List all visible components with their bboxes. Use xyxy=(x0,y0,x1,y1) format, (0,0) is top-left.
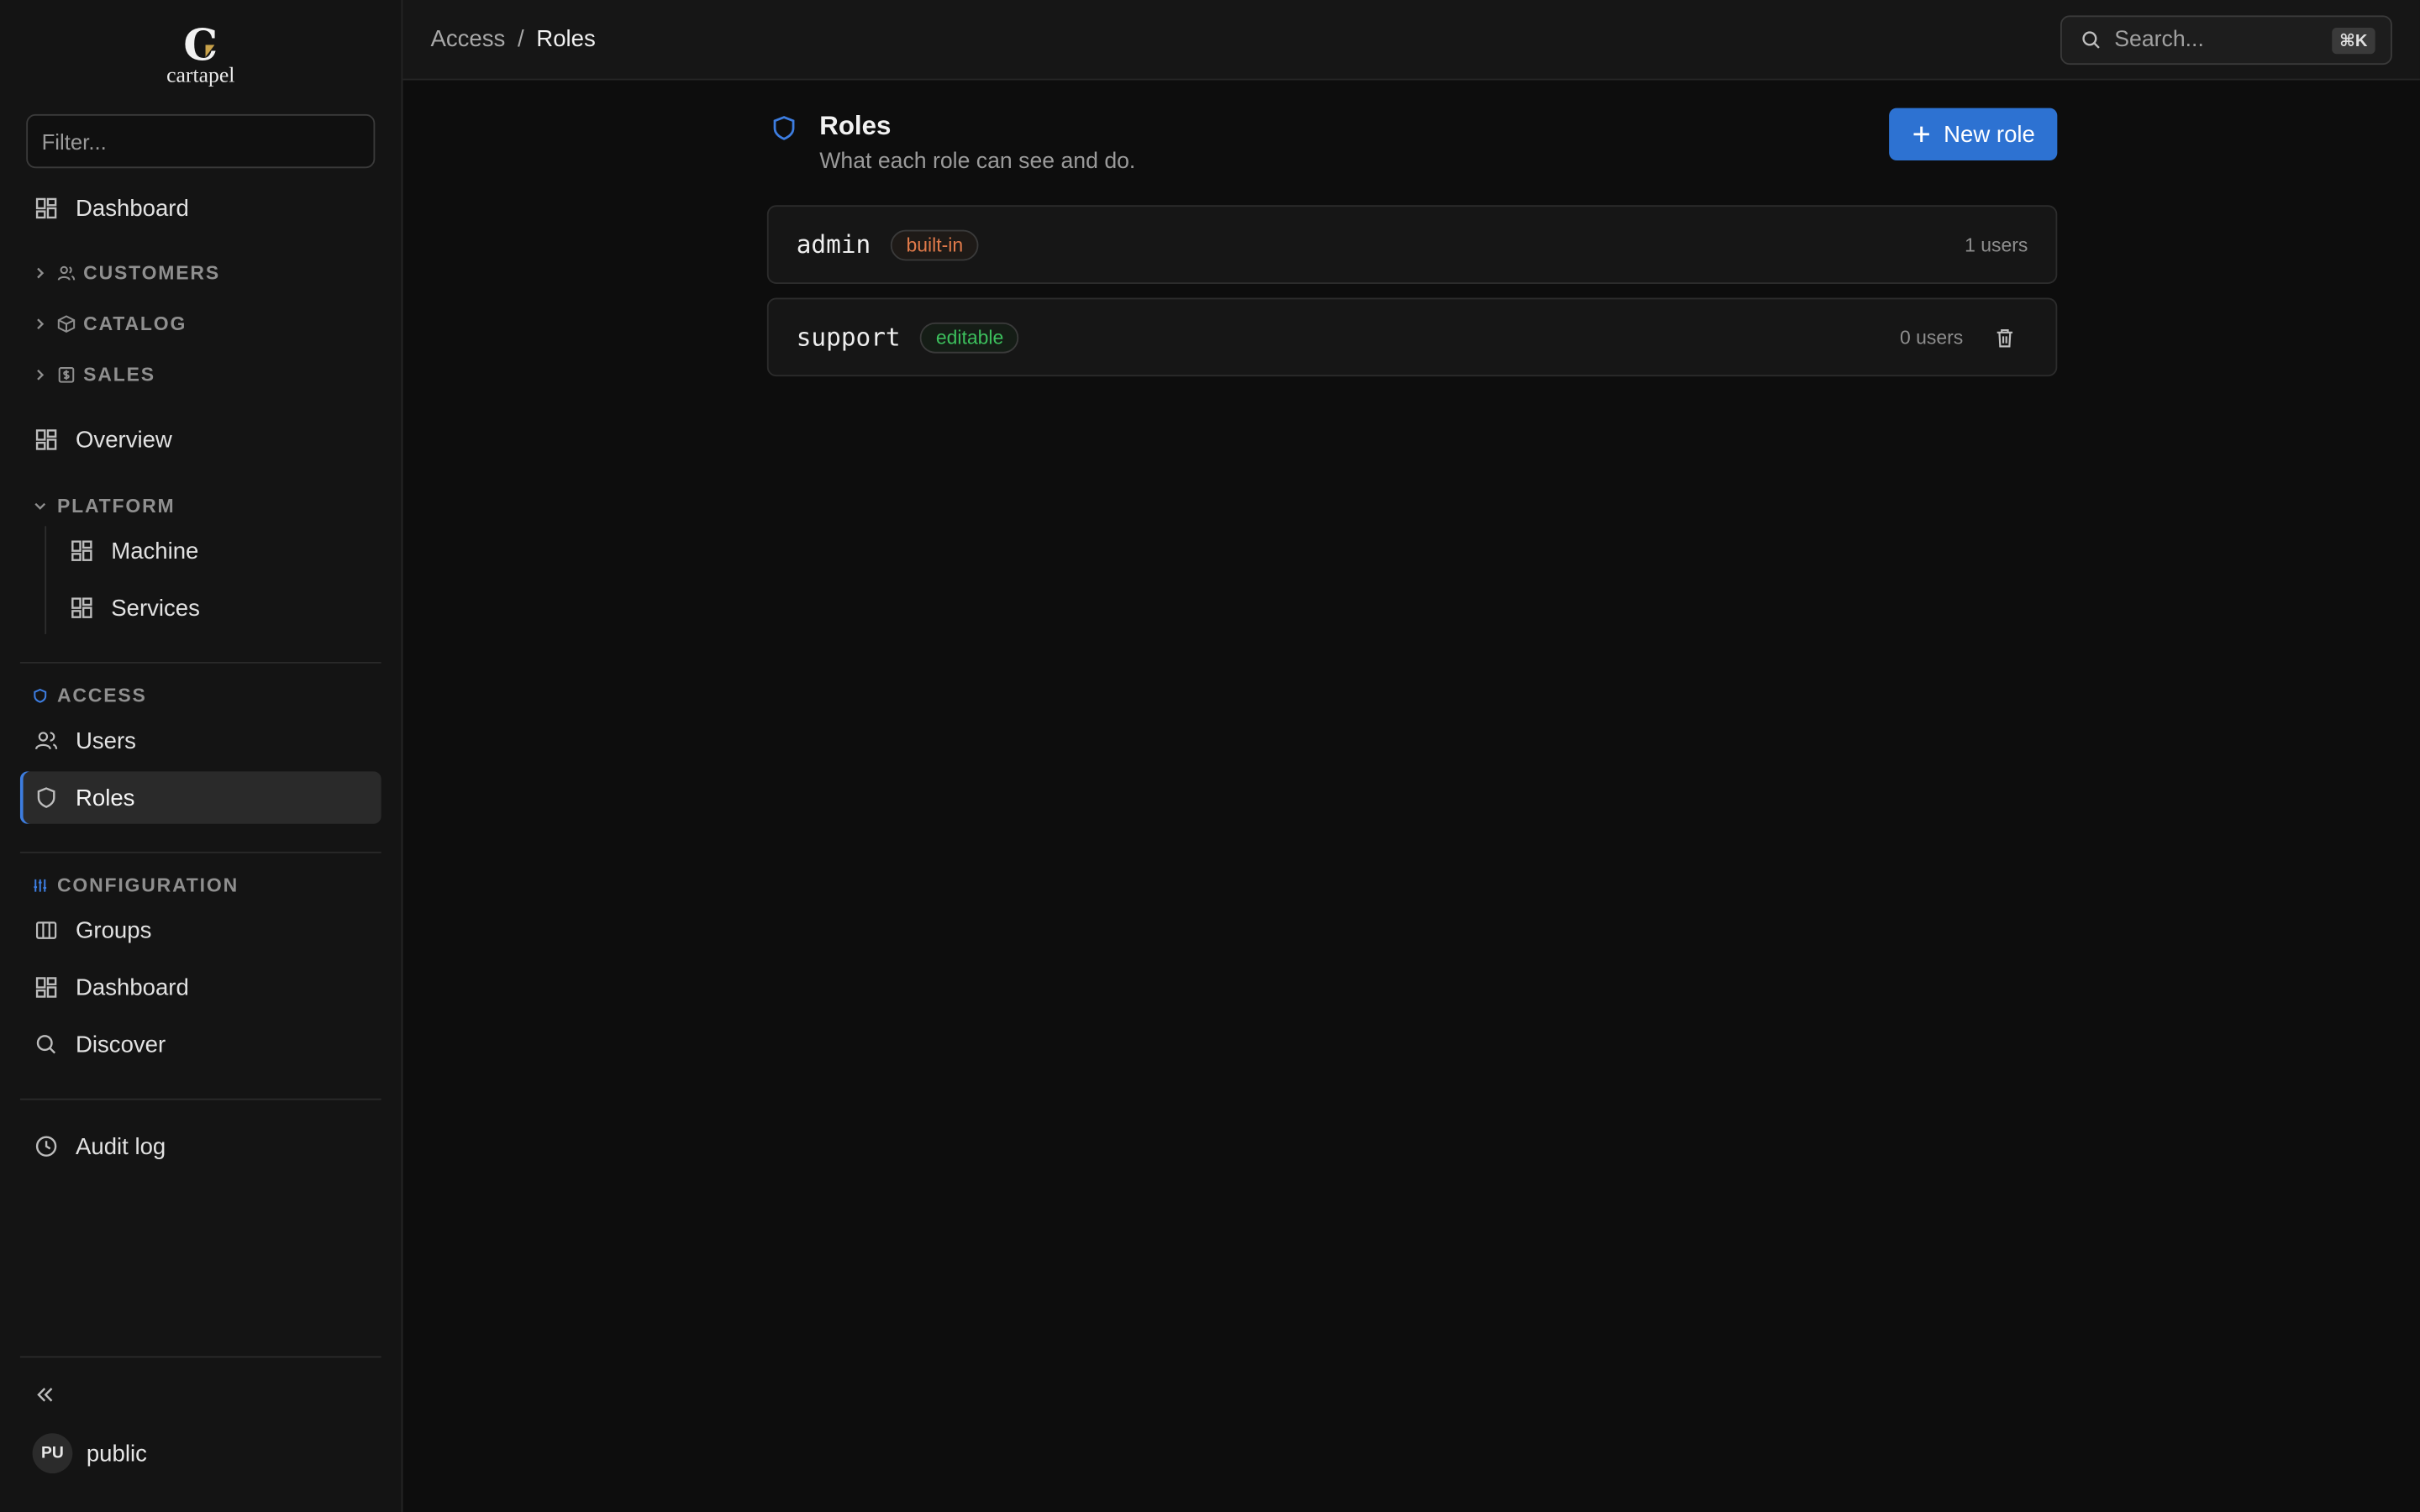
section-platform[interactable]: PLATFORM xyxy=(33,491,176,522)
clock-icon xyxy=(35,1136,57,1157)
user-name: public xyxy=(86,1440,147,1467)
shield-icon xyxy=(773,116,795,140)
sidebar-filter-input[interactable] xyxy=(26,113,376,169)
sidebar-item-label: Overview xyxy=(75,426,172,454)
grid-icon xyxy=(35,197,57,219)
global-search[interactable]: Search... ⌘K xyxy=(2060,15,2392,66)
sidebar-item-label: Dashboard xyxy=(75,195,189,222)
sidebar-item-config-dashboard[interactable]: Dashboard xyxy=(20,961,381,1013)
users-icon xyxy=(57,265,76,281)
grid-icon xyxy=(35,429,57,450)
main-content: Access / Roles Search... ⌘K Roles What e… xyxy=(402,0,2420,1512)
shield-icon xyxy=(34,688,47,703)
breadcrumb-current: Roles xyxy=(536,26,596,53)
receipt-icon xyxy=(58,367,75,383)
sidebar-item-label: Roles xyxy=(75,784,135,811)
topbar: Access / Roles Search... ⌘K xyxy=(402,0,2420,81)
sidebar-divider xyxy=(19,1356,381,1358)
sidebar-item-label: Machine xyxy=(111,538,199,564)
sidebar-item-roles[interactable]: Roles xyxy=(19,771,381,824)
sidebar: C cartapel Dashboard CUSTOMERS CATALOG S… xyxy=(0,0,403,1512)
role-badge: built-in xyxy=(891,228,979,260)
sidebar-divider xyxy=(19,661,381,664)
new-role-button[interactable]: New role xyxy=(1889,108,2058,161)
sidebar-item-discover[interactable]: Discover xyxy=(20,1018,381,1070)
sidebar-item-dashboard[interactable]: Dashboard xyxy=(20,182,381,234)
sidebar-item-label: Groups xyxy=(75,916,152,944)
sidebar-item-label: Services xyxy=(111,595,200,622)
role-row-support[interactable]: support editable 0 users xyxy=(766,297,2058,377)
sidebar-item-audit-log[interactable]: Audit log xyxy=(20,1120,381,1172)
section-label: ACCESS xyxy=(56,685,147,707)
grid-icon xyxy=(35,977,57,998)
breadcrumb: Access / Roles xyxy=(430,26,595,52)
search-placeholder: Search... xyxy=(2114,28,2204,53)
app-logo[interactable]: C cartapel xyxy=(0,24,402,89)
chevron-right-icon xyxy=(37,318,45,330)
page-title: Roles xyxy=(819,111,892,141)
delete-role-icon[interactable] xyxy=(1994,326,2016,348)
sliders-icon xyxy=(34,879,47,892)
sidebar-item-groups[interactable]: Groups xyxy=(20,904,381,956)
shield-icon xyxy=(37,787,55,808)
section-catalog[interactable]: CATALOG xyxy=(33,308,187,339)
sidebar-item-services[interactable]: Services xyxy=(55,581,381,633)
section-label: CUSTOMERS xyxy=(83,262,220,284)
chevron-right-icon xyxy=(37,369,45,381)
chevron-down-icon xyxy=(34,502,46,510)
role-badge: editable xyxy=(920,321,1019,353)
section-sales[interactable]: SALES xyxy=(33,360,155,391)
breadcrumb-parent[interactable]: Access xyxy=(430,26,505,52)
sidebar-item-machine[interactable]: Machine xyxy=(55,524,381,576)
search-shortcut: ⌘K xyxy=(2331,27,2375,54)
section-customers[interactable]: CUSTOMERS xyxy=(33,258,220,289)
sidebar-divider xyxy=(19,851,381,853)
plus-icon xyxy=(1914,126,1930,142)
section-label: PLATFORM xyxy=(56,495,176,517)
breadcrumb-separator: / xyxy=(517,26,524,53)
sidebar-item-users[interactable]: Users xyxy=(20,714,381,766)
logo-mark: C xyxy=(183,19,218,71)
section-access: ACCESS xyxy=(33,680,147,711)
section-label: CATALOG xyxy=(83,312,187,335)
new-role-label: New role xyxy=(1944,121,2035,148)
page-subtitle: What each role can see and do. xyxy=(819,150,1136,175)
role-user-count: 1 users xyxy=(1965,234,2028,255)
search-icon xyxy=(36,1035,56,1054)
section-configuration: CONFIGURATION xyxy=(33,870,239,901)
sidebar-item-label: Discover xyxy=(75,1031,166,1058)
columns-icon xyxy=(35,921,57,939)
role-row-admin[interactable]: admin built-in 1 users xyxy=(766,205,2058,284)
role-user-count: 0 users xyxy=(1899,326,1964,349)
sidebar-item-label: Dashboard xyxy=(75,974,189,1001)
sidebar-item-label: Audit log xyxy=(75,1133,166,1160)
page-header: Roles What each role can see and do. xyxy=(767,111,2057,179)
tree-guide xyxy=(45,526,47,634)
role-name: support xyxy=(796,322,901,352)
user-menu[interactable]: PU public xyxy=(32,1433,147,1474)
sidebar-item-overview[interactable]: Overview xyxy=(20,413,381,465)
collapse-sidebar-icon[interactable] xyxy=(33,1383,57,1407)
users-icon xyxy=(35,732,58,750)
avatar: PU xyxy=(32,1433,73,1474)
role-name: admin xyxy=(796,229,871,260)
grid-icon xyxy=(71,540,92,561)
section-label: SALES xyxy=(83,364,155,386)
section-label: CONFIGURATION xyxy=(56,874,239,897)
package-icon xyxy=(57,315,76,333)
sidebar-divider xyxy=(19,1098,381,1100)
search-icon xyxy=(2082,31,2100,49)
sidebar-item-label: Users xyxy=(75,727,136,754)
chevron-right-icon xyxy=(37,267,45,279)
grid-icon xyxy=(71,597,92,618)
